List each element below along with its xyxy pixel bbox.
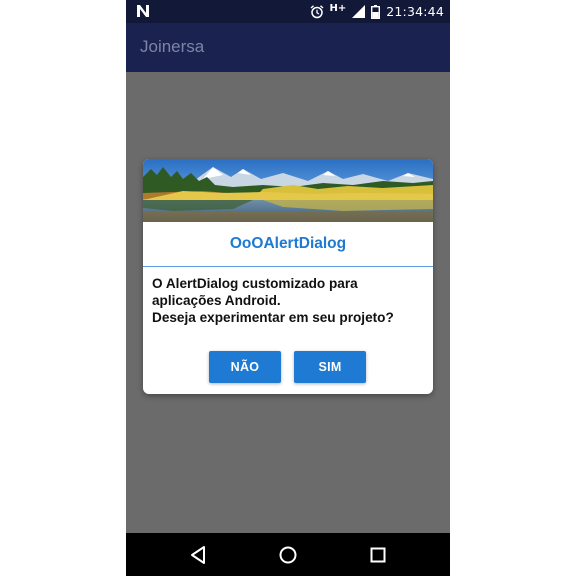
alert-dialog: OoOAlertDialog O AlertDialog customizado… <box>143 159 433 394</box>
app-bar: Joinersa <box>126 23 450 72</box>
status-bar: H+ 21:34:44 <box>126 0 450 23</box>
n-notification-icon <box>137 5 149 17</box>
network-type-label: H+ <box>329 3 347 14</box>
phone-screen: H+ 21:34:44 Joinersa OoOAlertDialog O Al… <box>126 0 450 576</box>
dialog-message-line: aplicações Android. <box>152 293 281 308</box>
alarm-clock-icon <box>310 4 323 18</box>
app-title: Joinersa <box>140 37 205 56</box>
status-clock: 21:34:44 <box>386 4 444 19</box>
no-button[interactable]: NÃO <box>209 351 281 383</box>
dialog-title: OoOAlertDialog <box>229 235 347 252</box>
navigation-bar <box>126 533 450 576</box>
battery-icon <box>371 4 381 19</box>
back-triangle-icon[interactable] <box>187 544 209 566</box>
recents-square-icon[interactable] <box>367 544 389 566</box>
dialog-message-line: O AlertDialog customizado para <box>152 276 358 291</box>
dialog-message-line: Deseja experimentar em seu projeto? <box>152 310 394 325</box>
yes-button[interactable]: SIM <box>294 351 366 383</box>
signal-strength-icon <box>352 5 366 18</box>
status-icons: H+ 21:34:44 <box>310 0 445 23</box>
landscape-lake-mountains-image <box>143 159 433 222</box>
home-circle-icon[interactable] <box>277 544 299 566</box>
dialog-message: O AlertDialog customizado para aplicaçõe… <box>152 275 427 326</box>
dialog-title-divider <box>143 266 433 267</box>
